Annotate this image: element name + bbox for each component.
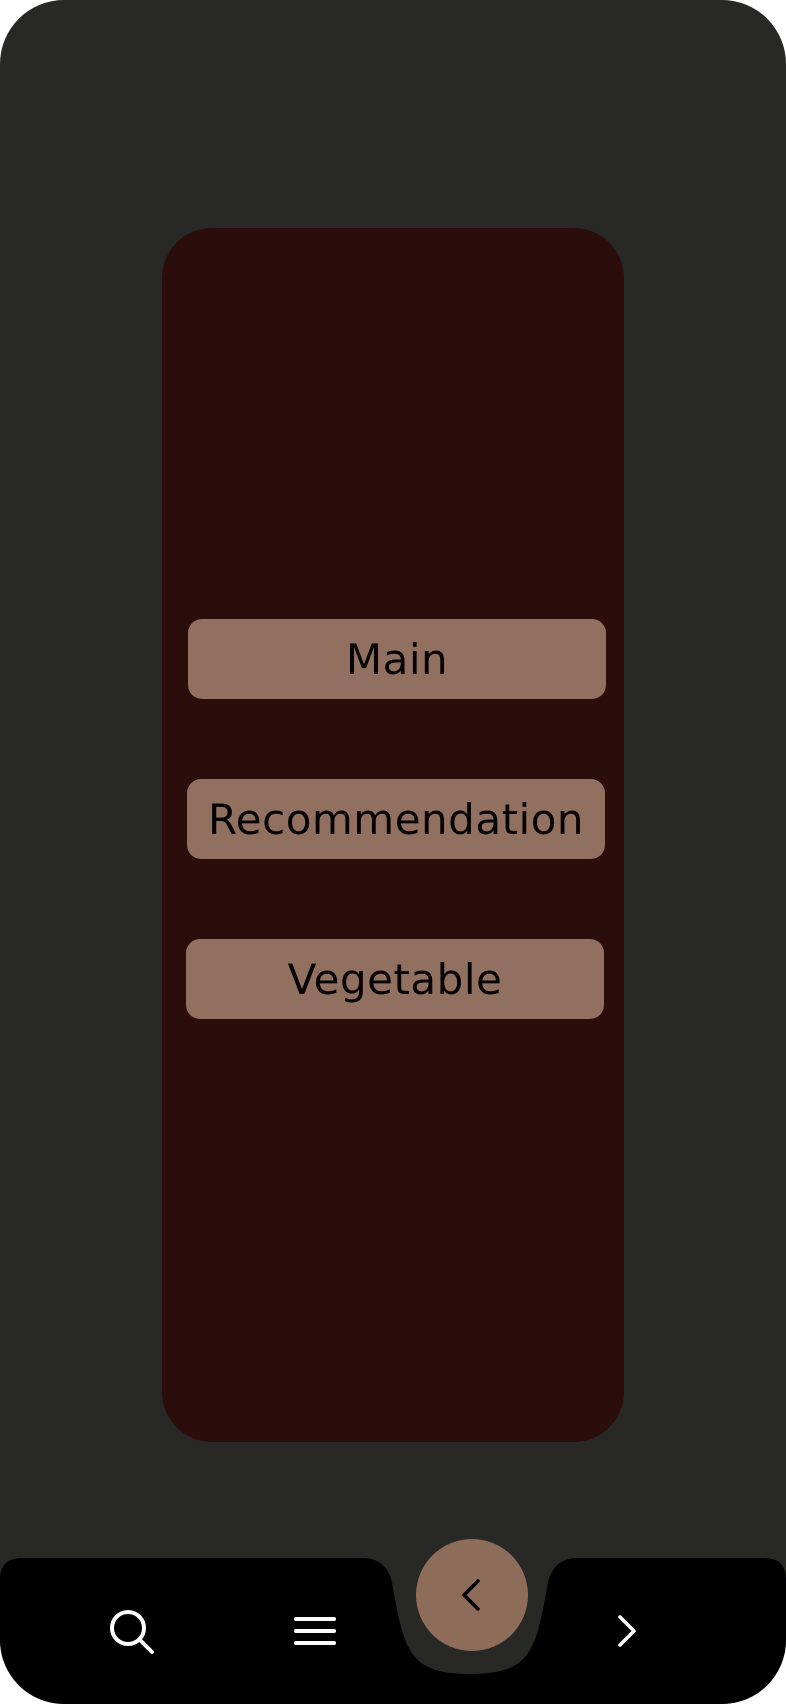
main-button[interactable]: Main bbox=[188, 619, 606, 699]
menu-panel: Main Recommendation Vegetable bbox=[162, 228, 624, 1442]
back-icon bbox=[462, 1579, 480, 1611]
bottom-nav-bar bbox=[0, 1539, 786, 1704]
back-button[interactable] bbox=[416, 1539, 528, 1651]
menu-icon[interactable] bbox=[290, 1606, 340, 1656]
search-icon[interactable] bbox=[106, 1606, 158, 1658]
forward-icon[interactable] bbox=[608, 1606, 648, 1656]
recommendation-button[interactable]: Recommendation bbox=[187, 779, 605, 859]
app-screen: Main Recommendation Vegetable bbox=[0, 0, 786, 1704]
vegetable-button[interactable]: Vegetable bbox=[186, 939, 604, 1019]
